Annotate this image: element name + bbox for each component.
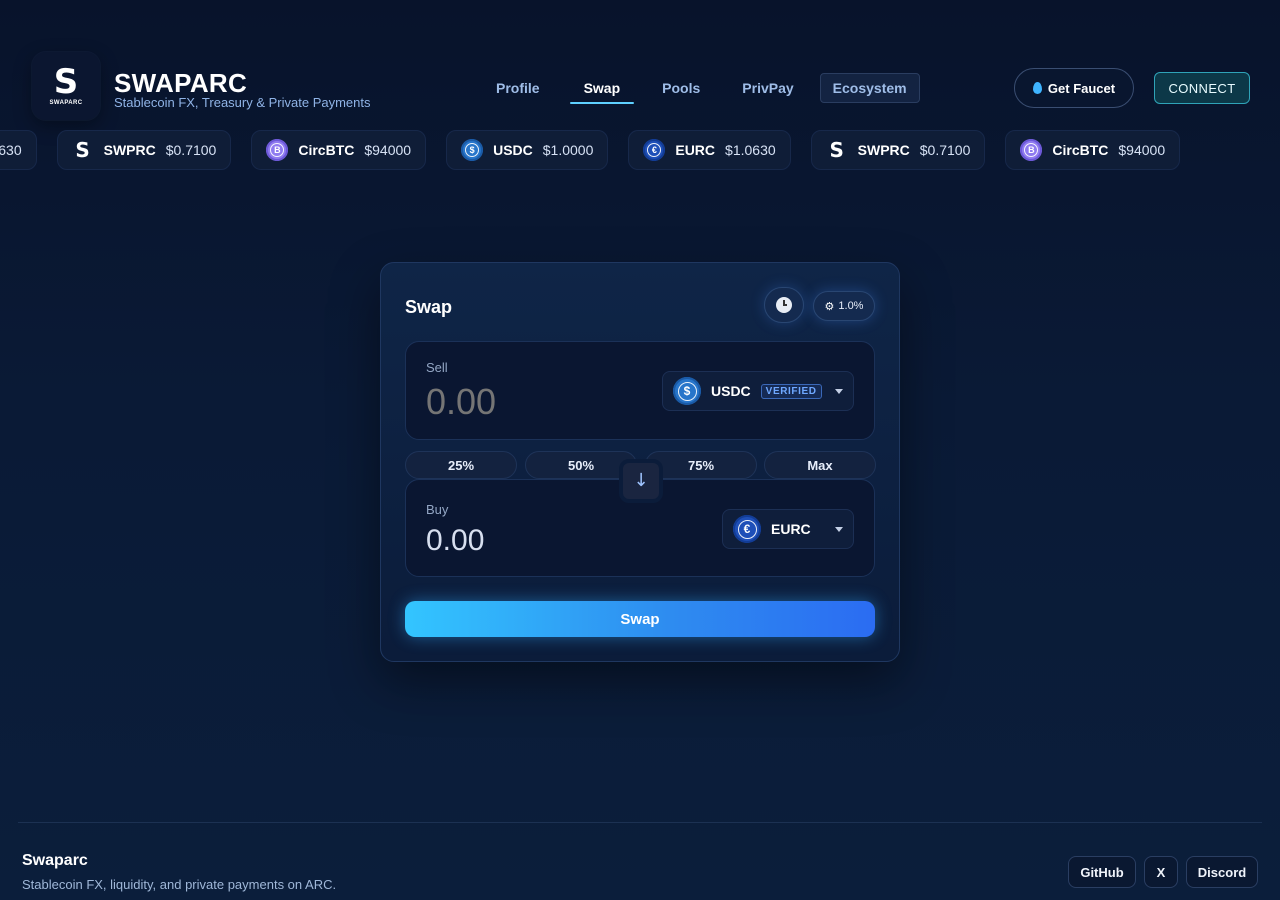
chevron-down-icon <box>835 526 843 532</box>
circbtc-coin-icon: B <box>266 139 289 161</box>
ticker-item: B CircBTC $94000 <box>1005 130 1181 170</box>
footer-divider <box>18 822 1262 823</box>
max-button[interactable]: Max <box>764 451 876 479</box>
sell-panel: Sell $ USDC VERIFIED <box>405 341 875 440</box>
swparc-logo-icon: S <box>829 138 844 162</box>
price-ticker: $1.0630 S SWPRC $0.7100 B CircBTC $94000… <box>0 130 1280 170</box>
buy-amount: 0.00 <box>426 524 485 557</box>
nav-profile[interactable]: Profile <box>482 73 554 103</box>
usdc-coin-icon: $ <box>461 139 484 161</box>
sell-token-select[interactable]: $ USDC VERIFIED <box>662 371 854 411</box>
ticker-track: $1.0630 S SWPRC $0.7100 B CircBTC $94000… <box>0 130 1181 170</box>
verified-badge: VERIFIED <box>760 383 822 399</box>
ticker-symbol: USDC <box>493 142 533 158</box>
usdc-coin-icon: $ <box>673 377 701 405</box>
logo[interactable]: S SWAPARC <box>32 52 100 120</box>
ticker-item: B CircBTC $94000 <box>251 130 427 170</box>
circbtc-coin-icon: B <box>1020 139 1043 161</box>
nav-swap[interactable]: Swap <box>569 73 635 104</box>
eurc-coin-icon: € <box>643 139 666 161</box>
brand-subtitle: Stablecoin FX, Treasury & Private Paymen… <box>114 95 371 110</box>
footer-title: Swaparc <box>22 852 88 869</box>
sell-token-symbol: USDC <box>711 383 751 399</box>
get-faucet-button[interactable]: Get Faucet <box>1014 68 1134 108</box>
get-faucet-label: Get Faucet <box>1047 80 1116 96</box>
connect-wallet-button[interactable]: CONNECT <box>1154 72 1250 104</box>
swap-submit-button[interactable]: Swap <box>405 601 875 637</box>
x-link[interactable]: X <box>1144 856 1178 888</box>
ticker-item: S SWPRC $0.7100 <box>810 130 986 170</box>
chevron-down-icon <box>835 388 843 394</box>
slippage-value: 1.0% <box>838 300 864 312</box>
ticker-price: $1.0630 <box>0 142 22 158</box>
sell-label: Sell <box>426 360 448 375</box>
ticker-symbol: CircBTC <box>1052 142 1109 158</box>
swap-card-title: Swap <box>405 297 453 317</box>
discord-link[interactable]: Discord <box>1186 856 1258 888</box>
nav-ecosystem[interactable]: Ecosystem <box>819 73 920 103</box>
flip-tokens-button[interactable]: ↓ <box>619 459 663 503</box>
buy-label: Buy <box>426 502 449 517</box>
swparc-logo-icon: S <box>75 138 90 162</box>
ticker-symbol: SWPRC <box>857 142 910 158</box>
clock-icon <box>776 297 792 313</box>
main-nav: Profile Swap Pools PrivPay Ecosystem <box>482 72 920 104</box>
buy-token-symbol: EURC <box>771 521 811 537</box>
slippage-settings-button[interactable]: ⚙ 1.0% <box>813 291 875 321</box>
ticker-price: $0.7100 <box>919 142 971 158</box>
ticker-symbol: CircBTC <box>298 142 355 158</box>
ticker-price: $94000 <box>364 142 412 158</box>
nav-pools[interactable]: Pools <box>648 73 714 103</box>
nav-privpay[interactable]: PrivPay <box>728 73 807 103</box>
ticker-item: $ USDC $1.0000 <box>446 130 609 170</box>
ticker-price: $1.0000 <box>542 142 594 158</box>
ticker-symbol: EURC <box>675 142 716 158</box>
footer-subtitle: Stablecoin FX, liquidity, and private pa… <box>22 877 337 892</box>
ticker-item: $1.0630 <box>0 130 37 170</box>
sell-amount-input[interactable] <box>426 382 646 422</box>
ticker-price: $0.7100 <box>165 142 217 158</box>
github-link[interactable]: GitHub <box>1068 856 1136 888</box>
logo-word: SWAPARC <box>49 99 83 106</box>
ticker-price: $1.0630 <box>725 142 776 158</box>
arrow-down-icon: ↓ <box>633 470 649 491</box>
history-button[interactable] <box>764 287 804 323</box>
ticker-symbol: SWPRC <box>103 142 156 158</box>
buy-token-select[interactable]: € EURC <box>722 509 854 549</box>
ticker-price: $94000 <box>1118 142 1166 158</box>
swap-card: Swap ⚙ 1.0% Sell $ USDC VERIFIED 25% 50%… <box>380 262 900 662</box>
logo-letter: S <box>53 61 79 102</box>
gear-icon: ⚙ <box>824 300 835 313</box>
header: S SWAPARC SWAPARC Stablecoin FX, Treasur… <box>0 0 1280 128</box>
ticker-item: S SWPRC $0.7100 <box>56 130 232 170</box>
ticker-item: € EURC $1.0630 <box>628 130 791 170</box>
percent-25-button[interactable]: 25% <box>405 451 517 479</box>
water-drop-icon <box>1032 82 1042 94</box>
eurc-coin-icon: € <box>733 515 761 543</box>
